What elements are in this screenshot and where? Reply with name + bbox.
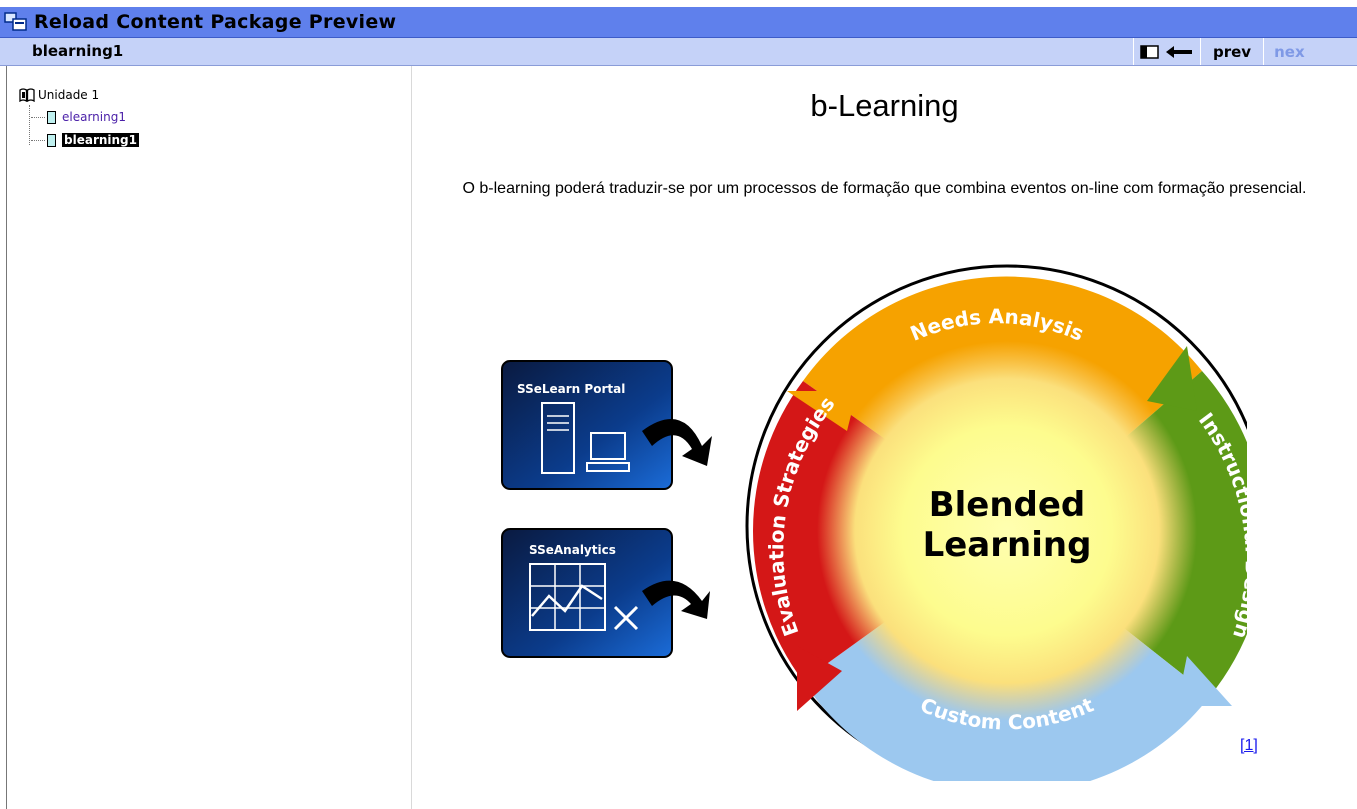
footnote-link[interactable]: [1] — [1240, 737, 1258, 755]
center-label-line1: Blended — [929, 485, 1086, 525]
box-label-sseanalytics: SSeAnalytics — [529, 543, 616, 557]
page-paragraph: O b-learning poderá traduzir-se por um p… — [462, 180, 1307, 197]
window-title-bar: Reload Content Package Preview — [0, 7, 1357, 38]
tree-item-elearning1[interactable]: elearning1 — [31, 110, 126, 124]
left-frame-edge — [0, 66, 7, 809]
tree-item-label[interactable]: blearning1 — [62, 133, 139, 147]
package-preview-icon — [4, 11, 30, 33]
sselearn-portal-box: SSeLearn Portal — [501, 360, 673, 490]
next-button[interactable]: nex — [1263, 38, 1313, 65]
book-icon — [19, 88, 35, 102]
arrow-left-icon — [1166, 45, 1192, 58]
box-label-sselearn-portal: SSeLearn Portal — [517, 382, 625, 396]
page-icon — [47, 133, 56, 147]
tree-root-label: Unidade 1 — [38, 88, 100, 102]
tree-item-blearning1[interactable]: blearning1 — [31, 133, 139, 147]
page-heading: b-Learning — [810, 88, 959, 123]
toc-toggle-icon — [1140, 44, 1159, 59]
tree-item-label[interactable]: elearning1 — [62, 110, 126, 124]
prev-button[interactable]: prev — [1200, 38, 1263, 65]
nav-controls: prev nex — [1133, 38, 1313, 65]
window-title: Reload Content Package Preview — [34, 11, 397, 33]
page-icon — [47, 110, 56, 124]
tree-root-unidade-1[interactable]: Unidade 1 — [19, 88, 99, 102]
navigation-bar: blearning1 prev nex — [0, 38, 1357, 66]
center-label-line2: Learning — [923, 525, 1092, 565]
content-pane: b-Learning O b-learning poderá traduzir-… — [412, 66, 1357, 809]
blended-learning-diagram: Needs Analysis Instructional Design Cust… — [501, 264, 1247, 781]
toc-tree: Unidade 1 elearning1 blearning1 — [7, 66, 412, 809]
current-item-title: blearning1 — [32, 42, 124, 60]
toc-toggle-button[interactable] — [1133, 38, 1200, 65]
tree-connector — [29, 105, 30, 145]
